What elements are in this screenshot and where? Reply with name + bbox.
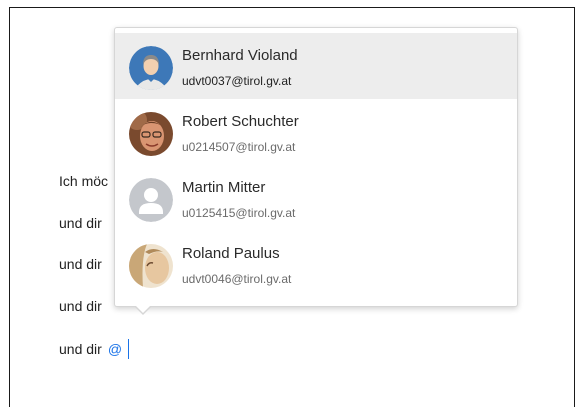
user-photo-avatar (129, 112, 173, 156)
placeholder-person-icon (129, 178, 173, 222)
editor-line-4: und dir (59, 297, 102, 315)
user-email: u0214507@tirol.gv.at (182, 140, 296, 154)
user-photo-avatar (129, 244, 173, 288)
line-text: und dir (59, 215, 102, 231)
user-name: Robert Schuchter (182, 113, 299, 130)
user-email: u0125415@tirol.gv.at (182, 206, 296, 220)
mention-option-roland-paulus[interactable]: Roland Paulus udvt0046@tirol.gv.at (115, 231, 517, 297)
mention-trigger: @ (107, 341, 123, 357)
user-email: udvt0037@tirol.gv.at (182, 74, 292, 88)
line-text: und dir (59, 298, 102, 314)
user-email: udvt0046@tirol.gv.at (182, 272, 292, 286)
text-caret (128, 339, 130, 359)
line-text: Ich möc (59, 173, 109, 189)
line-text: und dir (59, 256, 102, 272)
editor-line-5: und dir @ (59, 339, 130, 359)
user-name: Roland Paulus (182, 245, 280, 262)
default-male-avatar-icon (129, 46, 173, 90)
line-text: und dir (59, 341, 102, 357)
mention-option-martin-mitter[interactable]: Martin Mitter u0125415@tirol.gv.at (115, 165, 517, 231)
editor-line-3: und dir (59, 255, 102, 273)
mention-option-bernhard-violand[interactable]: Bernhard Violand udvt0037@tirol.gv.at (115, 33, 517, 99)
mention-suggestions-popup: Bernhard Violand udvt0037@tirol.gv.at Ro… (114, 27, 518, 315)
popup-pointer (135, 306, 151, 315)
user-name: Bernhard Violand (182, 47, 298, 64)
editor-line-2: und dir (59, 214, 102, 232)
mention-option-robert-schuchter[interactable]: Robert Schuchter u0214507@tirol.gv.at (115, 99, 517, 165)
editor-line-1: Ich möc (59, 172, 108, 190)
user-name: Martin Mitter (182, 179, 266, 196)
